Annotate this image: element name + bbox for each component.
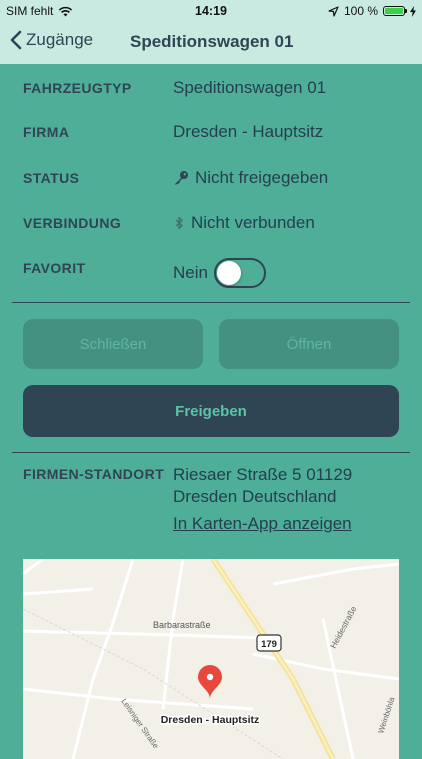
firma-label: FIRMA <box>23 124 70 140</box>
charging-bolt-icon <box>410 5 416 17</box>
status-value: Nicht freigegeben <box>195 168 329 187</box>
carrier-label: SIM fehlt <box>6 4 54 18</box>
bluetooth-icon <box>175 216 183 230</box>
map-street-label-1: Barbarastraße <box>153 620 211 630</box>
toggle-knob <box>216 261 241 285</box>
favorit-value-group: Nein <box>173 258 266 288</box>
firma-value: Dresden - Hauptsitz <box>173 122 324 141</box>
status-label: STATUS <box>23 170 80 186</box>
back-button[interactable]: Zugänge <box>10 30 93 50</box>
map-street-label-2: Heidestraße <box>328 604 359 650</box>
route-shield: 179 <box>256 634 282 652</box>
close-button[interactable]: Schließen <box>23 319 203 369</box>
map-pin-label: Dresden - Hauptsitz <box>161 714 260 726</box>
map-street-label-3: Weinböhla <box>376 695 396 734</box>
key-icon <box>174 171 188 185</box>
favorit-label: FAVORIT <box>23 260 86 276</box>
status-value-group: Nicht freigegeben <box>173 168 328 188</box>
wifi-icon <box>59 6 73 16</box>
back-label: Zugänge <box>26 30 94 49</box>
status-right: 100 % <box>328 4 416 18</box>
verbindung-value-group: Nicht verbunden <box>173 213 315 233</box>
map-drawing: Barbarastraße Heidestraße Weinböhla Leis… <box>23 559 399 759</box>
top-bar: SIM fehlt 14:19 100 % Zugänge Speditions… <box>0 0 422 64</box>
carrier-group: SIM fehlt <box>6 4 73 18</box>
map-pin-icon[interactable] <box>198 665 222 699</box>
divider-top <box>12 302 410 303</box>
address-line-2: Dresden Deutschland <box>173 487 337 506</box>
release-button[interactable]: Freigeben <box>23 385 399 437</box>
verbindung-value: Nicht verbunden <box>191 213 315 232</box>
route-number: 179 <box>261 639 277 650</box>
divider-bottom <box>12 452 410 453</box>
navigation-bar: Zugänge Speditionswagen 01 <box>0 22 422 64</box>
standort-label: FIRMEN-STANDORT <box>23 466 165 482</box>
battery-percent: 100 % <box>343 4 378 18</box>
standort-value-group: Riesaer Straße 5 01129 Dresden Deutschla… <box>173 464 352 535</box>
favorit-toggle[interactable] <box>213 258 266 288</box>
map-streets <box>23 559 399 759</box>
address-line-1: Riesaer Straße 5 01129 <box>173 465 353 484</box>
verbindung-label: VERBINDUNG <box>23 215 122 231</box>
favorit-value: Nein <box>173 263 208 282</box>
open-in-maps-link[interactable]: In Karten-App anzeigen <box>173 513 352 535</box>
map-street-label-4: Leisniger Straße <box>119 697 160 751</box>
row-standort: FIRMEN-STANDORT Riesaer Straße 5 01129 D… <box>23 464 403 536</box>
location-arrow-icon <box>328 5 339 17</box>
status-bar: SIM fehlt 14:19 100 % <box>0 0 422 22</box>
fahrzeugtyp-label: FAHRZEUGTYP <box>23 80 132 96</box>
page-title: Speditionswagen 01 <box>130 32 294 51</box>
battery-icon <box>383 6 407 16</box>
open-button[interactable]: Öffnen <box>219 319 399 369</box>
fahrzeugtyp-value: Speditionswagen 01 <box>173 78 327 97</box>
chevron-left-icon <box>10 30 22 50</box>
map-view[interactable]: Barbarastraße Heidestraße Weinböhla Leis… <box>23 559 399 759</box>
